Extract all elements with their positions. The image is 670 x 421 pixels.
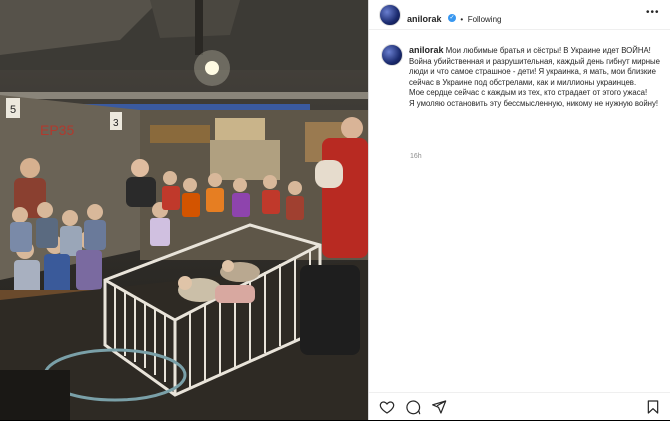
basement-shelter-photo: 5 ЕР35 3	[0, 0, 368, 420]
caption-block: anilorak Мои любимые братья и сёстры! В …	[409, 45, 664, 110]
action-bar	[369, 392, 670, 421]
avatar[interactable]	[379, 4, 401, 26]
following-button[interactable]: Following	[468, 15, 502, 24]
more-options-icon[interactable]: •••	[646, 7, 660, 18]
comment-icon[interactable]	[405, 399, 421, 415]
caption-username[interactable]: anilorak	[409, 45, 444, 55]
post-header: anilorak ✓ • Following •••	[369, 0, 670, 30]
bookmark-icon[interactable]	[645, 399, 661, 415]
follow-separator: •	[460, 15, 464, 24]
header-username[interactable]: anilorak	[407, 14, 442, 24]
caption-text: Мои любимые братья и сёстры! В Украине и…	[409, 46, 661, 108]
verified-badge-icon: ✓	[447, 13, 456, 22]
post-photo[interactable]: 5 ЕР35 3	[0, 0, 368, 420]
post-caption: anilorak Мои любимые братья и сёстры! В …	[409, 45, 664, 110]
post-timestamp[interactable]: 16h	[410, 153, 422, 160]
heart-icon[interactable]	[379, 399, 395, 415]
send-icon[interactable]	[431, 399, 447, 415]
wall-number-3: 3	[113, 118, 119, 129]
wall-graffiti: ЕР35	[40, 122, 74, 138]
caption-avatar[interactable]	[381, 44, 403, 66]
post-sidebar: anilorak ✓ • Following ••• anilorak Мои …	[368, 0, 670, 420]
wall-number-5: 5	[10, 104, 16, 116]
